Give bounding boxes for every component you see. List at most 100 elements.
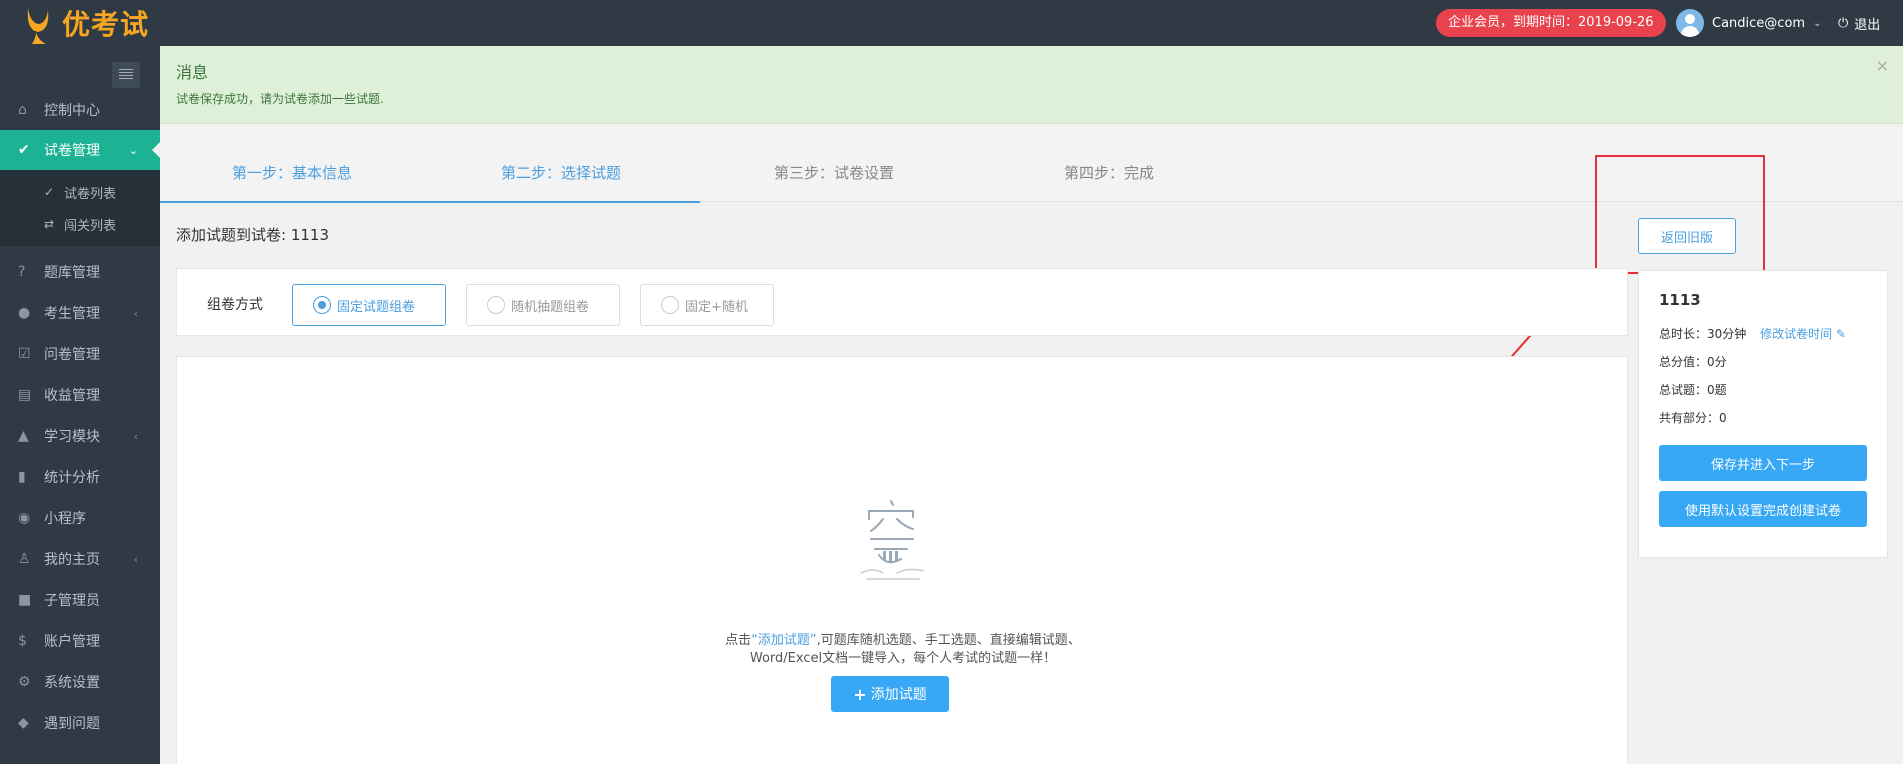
sidebar-item-label: 学习模块 [44, 429, 100, 445]
edit-time-label: 修改试卷时间 [1760, 327, 1833, 341]
sidebar-subitem-label: 闯关列表 [64, 218, 117, 234]
step-progress-line [160, 201, 700, 203]
exam-summary-card: 1113 总时长：30分钟 修改试卷时间 ✎ 总分值：0分 总试题：0题 共有部… [1638, 270, 1888, 558]
logo-mark-icon [24, 2, 54, 44]
question-count-row: 总试题：0题 [1659, 381, 1727, 398]
sidebar-item-mini-program[interactable]: ◉ 小程序 [0, 498, 160, 538]
sidebar-item-surveys[interactable]: ☑ 问卷管理 [0, 334, 160, 374]
create-with-defaults-button[interactable]: 使用默认设置完成创建试卷 [1659, 491, 1867, 527]
sidebar-item-learning[interactable]: ▲ 学习模块 ‹ [0, 416, 160, 456]
hint-text: 点击 [725, 633, 752, 648]
sidebar-item-my-homepage[interactable]: ♙ 我的主页 ‹ [0, 539, 160, 579]
duration-row: 总时长：30分钟 修改试卷时间 ✎ [1659, 325, 1846, 342]
chevron-left-icon: ‹ [133, 306, 138, 320]
option-random-questions[interactable]: 随机抽题组卷 [466, 284, 620, 326]
logo[interactable]: 优考试 [24, 0, 149, 46]
graduation-icon: ▲ [18, 428, 29, 444]
compose-mode-panel: 组卷方式 固定试题组卷 随机抽题组卷 固定+随机 [176, 268, 1628, 336]
score-value: 0分 [1707, 355, 1727, 369]
option-label: 固定+随机 [685, 299, 748, 315]
checkbox-icon: ☑ [18, 346, 31, 362]
option-label: 固定试题组卷 [337, 299, 416, 315]
close-icon[interactable]: × [1876, 56, 1889, 75]
questions-empty-state: 点击“添加试题”,可题库随机选题、手工选题、直接编辑试题、 Word/Excel… [176, 356, 1628, 764]
menu-toggle-icon[interactable] [112, 62, 140, 88]
dollar-icon: $ [18, 633, 27, 649]
sidebar-item-dashboard[interactable]: ⌂ 控制中心 [0, 90, 160, 130]
sidebar-item-label: 我的主页 [44, 552, 100, 568]
tag-icon: ◆ [18, 715, 29, 731]
lock-icon: ■ [18, 592, 32, 608]
user-name: Candice@com [1712, 15, 1806, 31]
chevron-down-icon: ⌄ [1813, 17, 1822, 29]
sidebar-subitem-label: 试卷列表 [64, 186, 117, 202]
avatar [1676, 9, 1704, 37]
empty-hint-line2: Word/Excel文档一键导入，每个人考试的试题一样！ [749, 651, 1057, 666]
sidebar-item-label: 试卷管理 [44, 143, 100, 159]
gear-icon: ⚙ [18, 674, 31, 690]
sidebar-item-exam-management[interactable]: ✔ 试卷管理 ⌄ [0, 130, 160, 170]
add-question-button[interactable]: + 添加试题 [831, 676, 949, 712]
plus-icon: + [853, 684, 867, 704]
sidebar-item-statistics[interactable]: ▮ 统计分析 [0, 457, 160, 497]
bar-chart-icon: ▮ [18, 469, 26, 485]
empty-illustration-icon [860, 500, 924, 580]
card-icon: ▤ [18, 387, 32, 403]
sidebar-item-candidates[interactable]: ● 考生管理 ‹ [0, 293, 160, 333]
option-label: 随机抽题组卷 [511, 299, 590, 315]
sidebar: ⌂ 控制中心 ✔ 试卷管理 ⌄ ✓ 试卷列表 ⇄ 闯关列表 ? 题库管理 ● 考… [0, 46, 160, 764]
sidebar-item-settings[interactable]: ⚙ 系统设置 [0, 662, 160, 702]
sidebar-item-label: 考生管理 [44, 306, 100, 322]
chevron-left-icon: ‹ [133, 429, 138, 443]
option-fixed-questions[interactable]: 固定试题组卷 [292, 284, 446, 326]
home-icon: ⌂ [18, 102, 27, 118]
parts-label: 共有部分： [1659, 411, 1720, 425]
page-title: 添加试题到试卷: 1113 [176, 226, 329, 244]
sidebar-item-account[interactable]: $ 账户管理 [0, 621, 160, 661]
empty-hint-line1: 点击“添加试题”,可题库随机选题、手工选题、直接编辑试题、 [177, 629, 1629, 648]
hint-text: ,可题库随机选题、手工选题、直接编辑试题、 [816, 633, 1081, 648]
success-alert: 消息 试卷保存成功，请为试卷添加一些试题. × [160, 46, 1903, 124]
shuffle-icon: ⇄ [44, 217, 55, 231]
score-label: 总分值： [1659, 355, 1708, 369]
vip-badge[interactable]: 企业会员，到期时间：2019-09-26 [1436, 9, 1666, 37]
annotation-highlight-box [1595, 155, 1765, 274]
sidebar-item-label: 账户管理 [44, 634, 100, 650]
step-select-questions[interactable]: 第二步：选择试题 [501, 162, 621, 183]
edit-exam-time-link[interactable]: 修改试卷时间 ✎ [1760, 327, 1846, 341]
parts-value: 0 [1719, 411, 1727, 425]
option-fixed-plus-random[interactable]: 固定+随机 [640, 284, 774, 326]
duration-label: 总时长： [1659, 327, 1708, 341]
sidebar-item-sub-admins[interactable]: ■ 子管理员 [0, 580, 160, 620]
add-question-link[interactable]: “添加试题” [751, 633, 816, 648]
step-basic-info[interactable]: 第一步：基本信息 [232, 162, 352, 183]
sidebar-subitem-level-list[interactable]: ⇄ 闯关列表 [0, 208, 160, 240]
top-bar: 优考试 企业会员，到期时间：2019-09-26 Candice@com ⌄ ⏻… [0, 0, 1903, 46]
brand-name: 优考试 [62, 8, 150, 41]
step-exam-settings[interactable]: 第三步：试卷设置 [774, 162, 894, 183]
count-label: 总试题： [1659, 383, 1708, 397]
sidebar-item-help[interactable]: ◆ 遇到问题 [0, 703, 160, 743]
save-and-next-button[interactable]: 保存并进入下一步 [1659, 445, 1867, 481]
sidebar-item-question-bank[interactable]: ? 题库管理 [0, 252, 160, 292]
active-indicator [152, 142, 160, 158]
sidebar-item-label: 控制中心 [44, 103, 100, 119]
sidebar-item-label: 题库管理 [44, 265, 100, 281]
parts-row: 共有部分：0 [1659, 409, 1727, 426]
sidebar-item-label: 系统设置 [44, 675, 100, 691]
check-circle-icon: ✔ [18, 142, 30, 158]
question-icon: ? [18, 264, 26, 280]
sidebar-item-revenue[interactable]: ▤ 收益管理 [0, 375, 160, 415]
sidebar-subitem-exam-list[interactable]: ✓ 试卷列表 [0, 176, 160, 208]
sidebar-item-label: 子管理员 [44, 593, 100, 609]
pencil-icon: ✎ [1835, 327, 1847, 341]
radio-icon [487, 296, 505, 314]
user-icon: ● [18, 305, 31, 321]
add-question-label: 添加试题 [870, 687, 927, 703]
submenu: ✓ 试卷列表 ⇄ 闯关列表 [0, 170, 160, 246]
user-menu[interactable]: Candice@com ⌄ [1676, 9, 1821, 37]
logout-button[interactable]: ⏻ 退出 [1838, 9, 1880, 37]
sidebar-item-label: 问卷管理 [44, 347, 100, 363]
step-finish[interactable]: 第四步：完成 [1064, 162, 1154, 183]
person-icon: ♙ [18, 551, 31, 567]
